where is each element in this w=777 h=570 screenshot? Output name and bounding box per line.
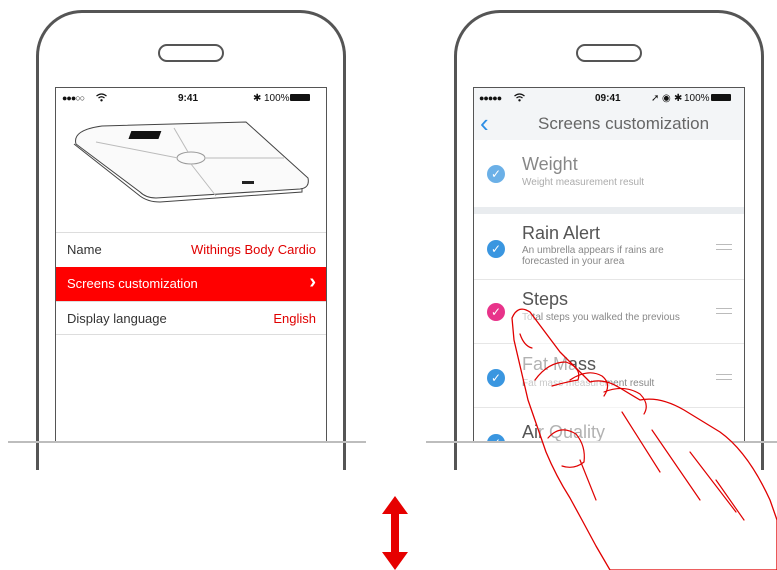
hand-pointer-icon	[511, 308, 777, 570]
